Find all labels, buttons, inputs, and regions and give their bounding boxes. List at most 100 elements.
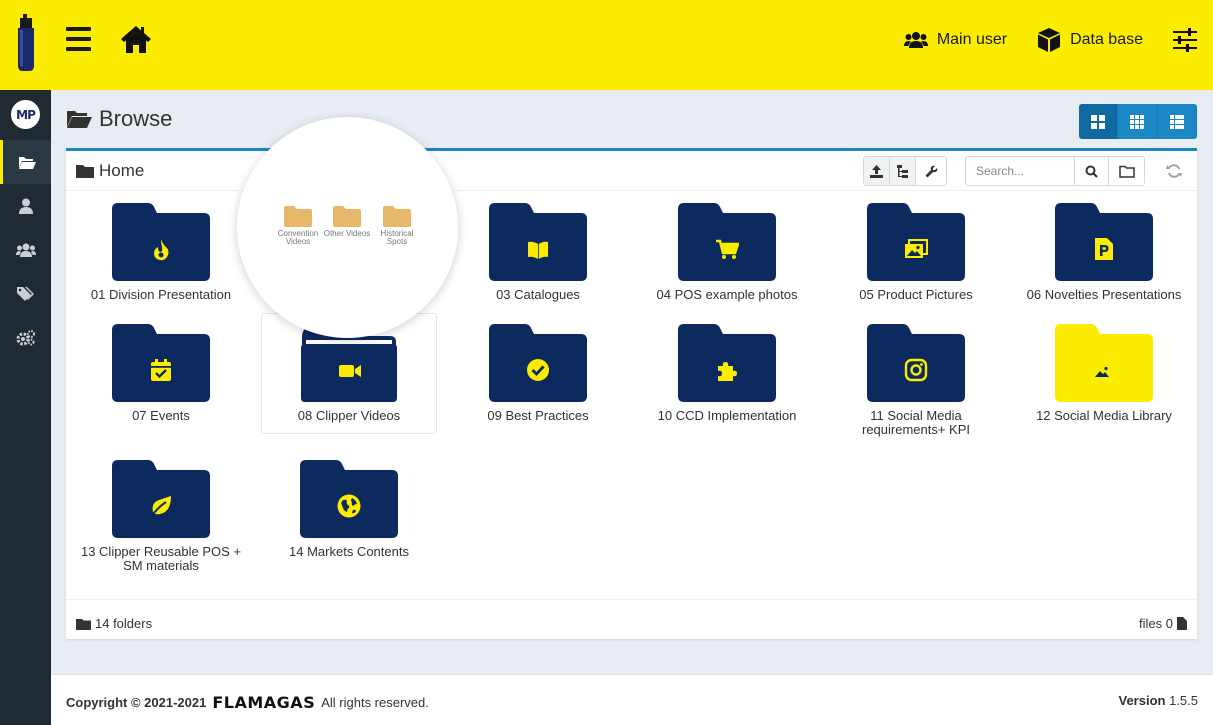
folder-icon [678, 203, 776, 281]
folder-icon [489, 324, 587, 402]
sliders-icon[interactable] [1173, 28, 1197, 52]
tree-button[interactable] [890, 157, 916, 185]
version-value: 1.5.5 [1169, 693, 1198, 708]
sidebar-item-tags[interactable] [0, 272, 51, 316]
sidebar-item-settings[interactable] [0, 316, 51, 360]
folder-icon [284, 206, 312, 227]
cart-icon [716, 239, 739, 259]
folder-item[interactable]: 05 Product Pictures [828, 203, 1004, 302]
folder-item[interactable]: 03 Catalogues [450, 203, 626, 302]
upload-button[interactable] [864, 157, 890, 185]
file-browser-panel: Home Search... 01 Division Presentation … [66, 148, 1197, 639]
avatar[interactable]: MP [11, 100, 40, 129]
flame-icon [154, 239, 169, 261]
sidebar-item-browse[interactable] [0, 140, 51, 184]
folder-icon [112, 203, 210, 281]
search-icon [1085, 165, 1098, 178]
database-menu[interactable]: Data base [1037, 27, 1143, 53]
users-icon [903, 32, 928, 48]
search-input[interactable] [965, 156, 1075, 186]
folder-label: 11 Social Media requirements+ KPI [861, 408, 971, 437]
folder-label: 07 Events [132, 408, 190, 423]
images-icon [1093, 360, 1116, 379]
user-label: Main user [936, 31, 1008, 48]
sidebar-item-user[interactable] [0, 184, 51, 228]
page-title-text: Browse [99, 106, 173, 131]
folder-item[interactable]: 13 Clipper Reusable POS + SM materials [73, 460, 249, 573]
folder-item[interactable]: 12 Social Media Library [1016, 324, 1192, 423]
folder-label: 05 Product Pictures [859, 287, 973, 302]
folder-label: 04 POS example photos [656, 287, 798, 302]
folder-icon [333, 206, 361, 227]
version: Version 1.5.5 [1118, 693, 1198, 708]
panel-toolbar: Home [66, 151, 1197, 191]
list-icon [1169, 114, 1184, 129]
folder-item[interactable]: 10 CCD Implementation [639, 324, 815, 423]
folder-icon [112, 324, 210, 402]
folder-item[interactable]: 11 Social Media requirements+ KPI [828, 324, 1004, 437]
preview-subfolder-label: Convention Videos [277, 229, 319, 246]
folder-label: 14 Markets Contents [289, 544, 409, 559]
folder-icon [489, 203, 587, 281]
footer: Copyright © 2021-2021 FLAMAGAS All right… [51, 674, 1213, 725]
folder-preview-popup: Convention Videos Other Videos Historica… [237, 117, 458, 338]
globe-icon [337, 494, 361, 518]
folder-icon [1055, 324, 1153, 402]
gears-icon [16, 330, 35, 346]
preview-subfolder-label: Other Videos [323, 229, 371, 238]
preview-subfolder[interactable]: Convention Videos [273, 205, 323, 246]
small-grid-view-button[interactable] [1118, 104, 1158, 139]
folder-label: 10 CCD Implementation [657, 408, 797, 423]
instagram-icon [904, 358, 928, 382]
rights-text: All rights reserved. [321, 695, 429, 710]
file-count-text: files 0 [1139, 616, 1173, 631]
preview-subfolder[interactable]: Historical Spots [372, 205, 422, 246]
check-circle-icon [527, 359, 549, 381]
users-icon [15, 243, 36, 257]
file-icon [1177, 617, 1187, 630]
view-mode-toggle [1079, 104, 1197, 139]
preview-subfolder-label: Historical Spots [380, 229, 414, 246]
refresh-icon[interactable] [1166, 163, 1182, 179]
list-view-button[interactable] [1157, 104, 1197, 139]
folder-item[interactable]: 04 POS example photos [639, 203, 815, 302]
new-folder-button[interactable] [1109, 156, 1145, 186]
tools-button[interactable] [916, 157, 946, 185]
breadcrumb[interactable]: Home [76, 161, 144, 181]
sidebar: MP [0, 90, 51, 725]
images-icon [905, 239, 928, 258]
folder-icon [76, 618, 91, 630]
grid-large-icon [1091, 114, 1106, 129]
menu-toggle-button[interactable] [66, 27, 91, 51]
folder-icon [867, 324, 965, 402]
book-icon [528, 241, 548, 259]
folder-item[interactable]: 09 Best Practices [450, 324, 626, 423]
folder-icon [678, 324, 776, 402]
search-button[interactable] [1075, 156, 1109, 186]
folder-count-text: 14 folders [95, 616, 153, 631]
large-grid-view-button[interactable] [1079, 104, 1119, 139]
lighter-logo-icon [18, 14, 34, 71]
folder-item[interactable]: 01 Division Presentation [73, 203, 249, 302]
home-icon[interactable] [119, 24, 153, 54]
folder-icon [867, 203, 965, 281]
user-menu[interactable]: Main user [903, 31, 1008, 49]
folder-icon [300, 460, 398, 538]
file-tools [863, 156, 947, 186]
preview-subfolder[interactable]: Other Videos [322, 205, 372, 238]
video-icon [339, 365, 361, 377]
folder-item[interactable]: 14 Markets Contents [261, 460, 437, 559]
file-count: files 0 [1139, 616, 1187, 631]
folder-count: 14 folders [76, 616, 152, 631]
tags-icon [16, 287, 34, 301]
folder-item[interactable]: 07 Events [73, 324, 249, 423]
sidebar-item-users[interactable] [0, 228, 51, 272]
folder-icon [383, 206, 411, 227]
leaf-icon [150, 496, 171, 518]
file-p-icon [1095, 238, 1113, 260]
folder-item[interactable]: 06 Novelties Presentations [1016, 203, 1192, 302]
grid-small-icon [1130, 114, 1145, 129]
user-icon [18, 198, 33, 214]
search-bar [965, 156, 1145, 186]
wrench-icon [925, 165, 937, 177]
